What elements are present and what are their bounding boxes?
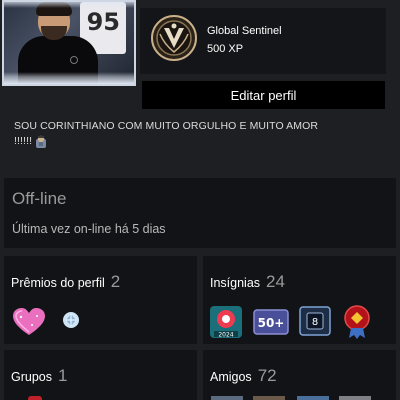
profile-bio: SOU CORINTHIANO COM MUITO ORGULHO E MUIT… <box>14 119 386 149</box>
awards-header: Prêmios do perfil 2 <box>11 272 120 292</box>
friend-avatar[interactable] <box>253 396 285 400</box>
rank-medal-icon <box>151 15 197 61</box>
bio-line-1: SOU CORINTHIANO COM MUITO ORGULHO E MUIT… <box>14 120 319 132</box>
red-medal-badge-icon[interactable] <box>341 304 373 340</box>
badges-header: Insígnias 24 <box>210 272 285 292</box>
rank-xp: 500 XP <box>207 43 244 55</box>
awards-count: 2 <box>110 272 121 291</box>
pink-heart-award-icon[interactable] <box>12 308 46 336</box>
steam-2024-badge-icon[interactable]: 2024 <box>209 305 243 339</box>
emoji-icon <box>36 135 47 148</box>
friend-avatar[interactable] <box>211 396 243 400</box>
crystal-award-icon[interactable] <box>60 310 82 330</box>
profile-awards-card[interactable]: Prêmios do perfil 2 <box>4 256 197 344</box>
years-badge-icon[interactable]: 8 <box>299 306 331 336</box>
edit-profile-button[interactable]: Editar perfil <box>142 81 385 109</box>
bio-line-2: !!!!!! <box>14 135 33 147</box>
friends-title: Amigos <box>210 370 252 384</box>
friends-count: 72 <box>257 366 277 385</box>
friend-avatar[interactable] <box>339 396 371 400</box>
groups-title: Grupos <box>11 370 52 384</box>
friends-card[interactable]: Amigos 72 <box>203 350 396 400</box>
awards-title: Prêmios do perfil <box>11 276 105 290</box>
avatar-shirt-logo <box>70 56 78 64</box>
profile-avatar[interactable]: 95 <box>2 0 136 86</box>
friend-avatar[interactable] <box>297 396 329 400</box>
groups-card[interactable]: Grupos 1 <box>4 350 197 400</box>
bio-line-2-row: !!!!!! <box>14 134 386 149</box>
years-badge-text: 8 <box>312 317 318 328</box>
friends-header: Amigos 72 <box>210 366 277 386</box>
rank-name: Global Sentinel <box>207 25 282 37</box>
level-box: Global Sentinel 500 XP <box>140 8 386 74</box>
badges-card[interactable]: Insígnias 24 2024 50+ 8 <box>203 256 396 344</box>
badges-count: 24 <box>266 272 285 291</box>
level-badge-icon[interactable]: 50+ <box>253 309 289 335</box>
group-avatar[interactable] <box>28 396 42 400</box>
steam-badge-year: 2024 <box>218 332 233 339</box>
avatar-jersey-number: 95 <box>86 8 120 36</box>
groups-header: Grupos 1 <box>11 366 67 386</box>
online-status-card: Off-line Última vez on-line há 5 dias <box>4 178 396 248</box>
avatar-frame-frost-top <box>4 2 134 8</box>
level-badge-text: 50+ <box>258 316 285 330</box>
avatar-frame-frost <box>4 72 134 84</box>
status-title: Off-line <box>12 189 67 208</box>
groups-count: 1 <box>58 366 68 385</box>
last-online-text: Última vez on-line há 5 dias <box>12 222 166 236</box>
badges-title: Insígnias <box>210 276 261 290</box>
